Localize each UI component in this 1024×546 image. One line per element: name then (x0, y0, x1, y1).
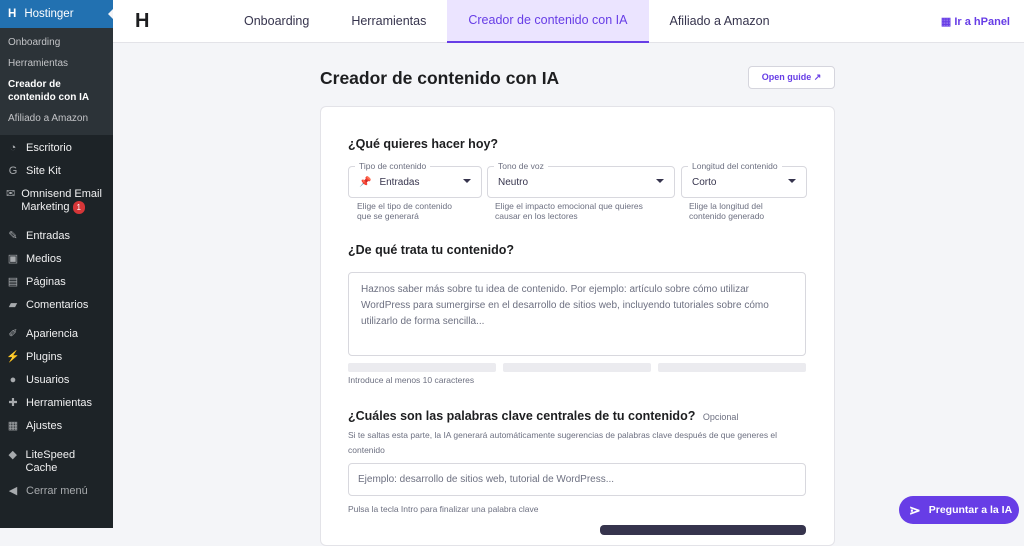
sidebar-item[interactable]: ▣ Medios (0, 248, 113, 271)
q3-heading: ¿Cuáles son las palabras clave centrales… (348, 409, 739, 423)
sidebar-item-hostinger[interactable]: H Hostinger (0, 0, 113, 28)
collapse-icon: ◀ (8, 485, 18, 497)
pin-icon: 📌 (359, 176, 372, 188)
media-icon: ▣ (7, 253, 19, 265)
submenu-item[interactable]: Herramientas (0, 53, 113, 74)
chevron-down-icon (788, 179, 796, 187)
q2-heading: ¿De qué trata tu contenido? (348, 243, 514, 257)
keywords-input[interactable]: Ejemplo: desarrollo de sitios web, tutor… (348, 463, 806, 496)
sidebar-item[interactable]: ⚡ Plugins (0, 346, 113, 369)
strength-bar-2 (503, 363, 651, 372)
grid-icon: ▦ (940, 15, 955, 28)
chevron-down-icon (656, 179, 664, 187)
comment-icon: ▰ (8, 299, 18, 311)
length-help: Elige la longitud del contenido generado (689, 201, 765, 221)
strength-bar-1 (348, 363, 496, 372)
sidebar-item[interactable]: ● Usuarios (0, 369, 113, 392)
q3-help: Si te saltas esta parte, la IA generará … (348, 430, 778, 455)
content-type-select[interactable]: Tipo de contenido 📌 Entradas (348, 161, 482, 198)
sidebar-item[interactable]: ▤ Páginas (0, 271, 113, 294)
sidebar-item[interactable]: ✉ Omnisend Email Marketing 1 (0, 183, 113, 219)
hostinger-icon: H (8, 8, 17, 20)
tab-ai-content[interactable]: Creador de contenido con IA (447, 0, 649, 43)
hostinger-logo-icon: H (135, 9, 150, 32)
brush-icon: ✐ (8, 328, 18, 340)
generate-button[interactable] (600, 525, 806, 535)
submenu-item[interactable]: Afiliado a Amazon (0, 108, 113, 129)
submenu-item[interactable]: Creador de contenido con IA (0, 74, 113, 108)
sidebar-item[interactable]: ✎ Entradas (0, 225, 113, 248)
sidebar-item[interactable]: ✚ Herramientas (0, 392, 113, 415)
tab-amazon[interactable]: Afiliado a Amazon (649, 0, 791, 43)
wrench-icon: ✚ (8, 397, 18, 409)
pin-icon: ✎ (8, 230, 18, 242)
top-nav: H Onboarding Herramientas Creador de con… (113, 0, 1024, 43)
tone-help: Elige el impacto emocional que quieres c… (495, 201, 643, 221)
page-title: Creador de contenido con IA (320, 68, 560, 88)
plugin-icon: ⚡ (6, 351, 20, 363)
keywords-help: Pulsa la tecla Intro para finalizar una … (348, 504, 539, 514)
google-icon: G (8, 165, 18, 177)
user-icon: ● (9, 374, 17, 386)
hpanel-link[interactable]: ▦ Ir a hPanel (941, 15, 1010, 28)
notification-badge: 1 (72, 201, 85, 214)
chevron-down-icon (463, 179, 471, 187)
tab-herramientas[interactable]: Herramientas (330, 0, 447, 43)
sidebar-item[interactable]: ◀ Cerrar menú (0, 480, 113, 503)
sidebar-item[interactable]: ✐ Apariencia (0, 323, 113, 346)
mail-icon: ✉ (6, 188, 16, 200)
sidebar-item[interactable]: ▰ Comentarios (0, 294, 113, 317)
content-type-help: Elige el tipo de contenido que se genera… (357, 201, 452, 221)
min-chars-hint: Introduce al menos 10 caracteres (348, 375, 475, 385)
admin-sidebar: H Hostinger Onboarding Herramientas Creador… (0, 0, 113, 528)
ai-sparkle-icon: ⋗ (909, 501, 921, 518)
sidebar-item[interactable]: ◆ LiteSpeed Cache (0, 444, 113, 480)
content-textarea[interactable]: Haznos saber más sobre tu idea de conten… (348, 272, 806, 356)
sidebar-item[interactable]: G Site Kit (0, 160, 113, 183)
settings-icon: ▦ (7, 420, 19, 432)
litespeed-icon: ◆ (8, 449, 17, 461)
sidebar-item[interactable]: ▦ Ajustes (0, 415, 113, 438)
dashboard-icon: ◔ (9, 142, 17, 154)
page-icon: ▤ (7, 276, 19, 288)
tab-onboarding[interactable]: Onboarding (223, 0, 330, 43)
ask-ai-button[interactable]: ⋗ Preguntar a la IA (899, 496, 1019, 524)
sidebar-item[interactable]: ◔ Escritorio (0, 137, 113, 160)
tone-select[interactable]: Tono de voz Neutro (487, 161, 675, 198)
length-select[interactable]: Longitud del contenido Corto (681, 161, 807, 198)
submenu-item[interactable]: Onboarding (0, 32, 113, 53)
q1-heading: ¿Qué quieres hacer hoy? (348, 137, 499, 151)
open-guide-button[interactable]: Open guide ↗ (748, 66, 835, 89)
strength-bar-3 (658, 363, 806, 372)
